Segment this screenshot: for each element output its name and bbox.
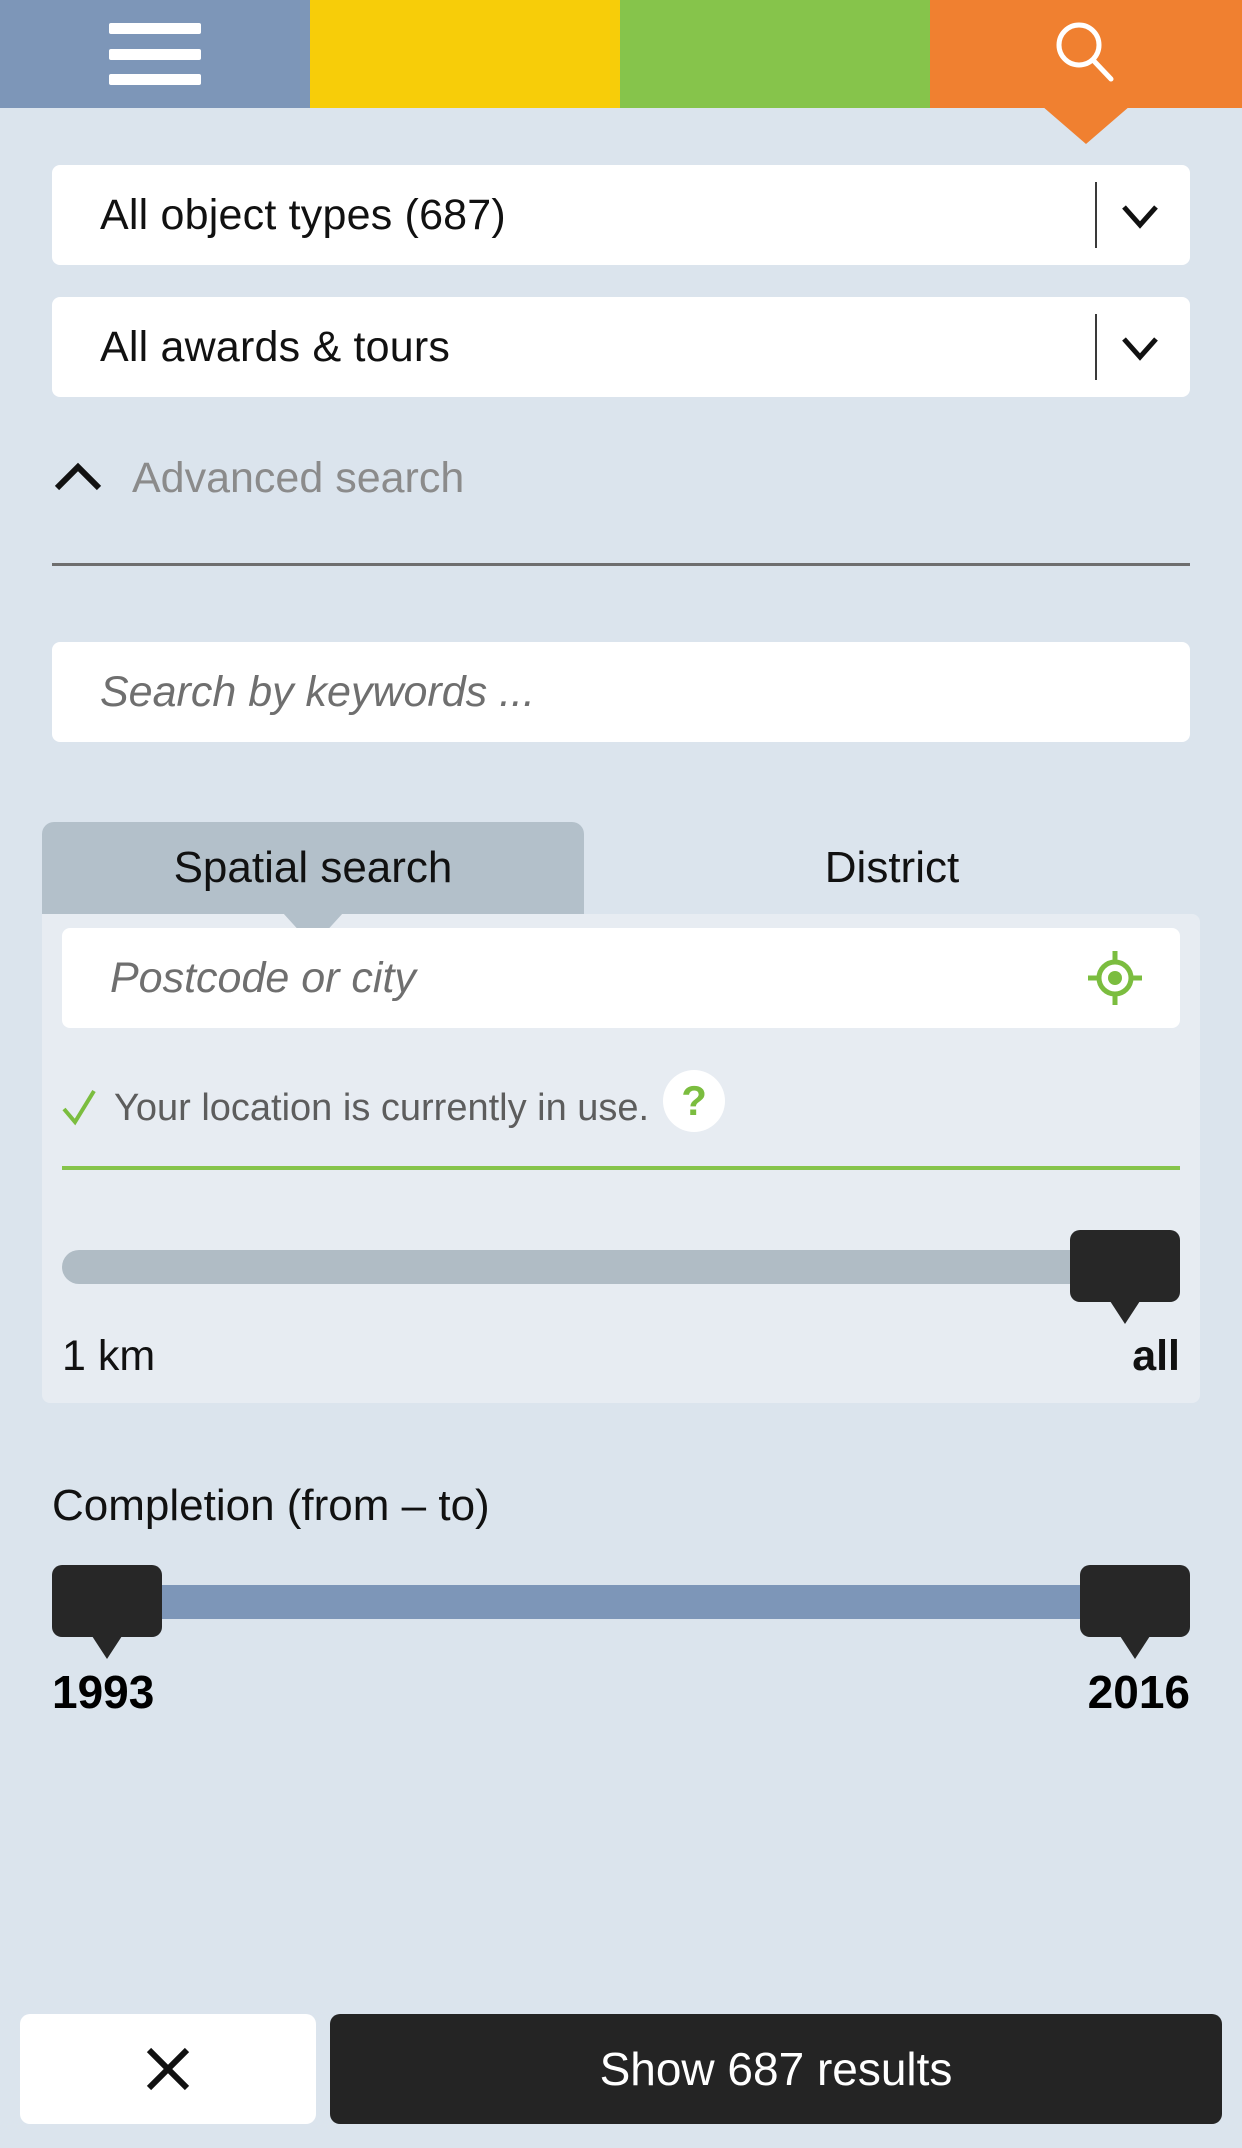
chevron-down-icon xyxy=(1122,337,1158,361)
distance-slider-track[interactable] xyxy=(62,1230,1180,1302)
search-mode-tabs: Spatial search District xyxy=(42,822,1200,946)
awards-tours-value: All awards & tours xyxy=(100,322,451,371)
awards-tours-select[interactable]: All awards & tours xyxy=(52,297,1190,397)
completion-handle-from[interactable] xyxy=(52,1565,162,1637)
distance-min-label: 1 km xyxy=(62,1332,156,1380)
top-navigation-bar xyxy=(0,0,1242,144)
completion-handle-to[interactable] xyxy=(1080,1565,1190,1637)
select-divider xyxy=(1095,314,1097,380)
location-status: Your location is currently in use. ? xyxy=(52,1028,1190,1166)
menu-button[interactable] xyxy=(0,0,310,108)
help-icon-glyph: ? xyxy=(681,1077,707,1124)
distance-max-label: all xyxy=(1132,1332,1180,1380)
tab-spatial-search-label: Spatial search xyxy=(173,843,453,892)
completion-filter: Completion (from – to) 1993 2016 xyxy=(52,1403,1190,1719)
spatial-search-panel: Postcode or city Your location is curren… xyxy=(42,914,1200,1403)
distance-track-background xyxy=(62,1250,1180,1284)
tab-district-label: District xyxy=(824,843,960,892)
completion-from-label: 1993 xyxy=(52,1666,155,1718)
search-icon xyxy=(1056,22,1114,82)
nav-segment-yellow[interactable] xyxy=(310,0,620,108)
distance-slider[interactable]: 1 km all xyxy=(52,1170,1190,1381)
search-button[interactable] xyxy=(930,0,1242,144)
keyword-search-input[interactable]: Search by keywords ... xyxy=(52,642,1190,742)
object-types-value: All object types (687) xyxy=(100,190,506,239)
show-results-button[interactable]: Show 687 results xyxy=(330,2014,1222,2124)
completion-slider-labels: 1993 2016 xyxy=(52,1625,1190,1719)
completion-slider-track[interactable] xyxy=(52,1565,1190,1637)
tab-spatial-search[interactable]: Spatial search xyxy=(42,822,584,946)
completion-track-fill xyxy=(107,1585,1135,1619)
distance-slider-labels: 1 km all xyxy=(62,1290,1180,1381)
chevron-up-icon xyxy=(54,462,102,491)
keyword-placeholder: Search by keywords ... xyxy=(100,667,535,716)
show-results-label: Show 687 results xyxy=(599,2043,953,2095)
distance-slider-handle[interactable] xyxy=(1070,1230,1180,1302)
bottom-action-bar: Show 687 results xyxy=(0,1990,1242,2148)
check-icon xyxy=(62,1089,96,1126)
location-status-text: Your location is currently in use. xyxy=(114,1086,650,1129)
completion-to-label: 2016 xyxy=(1087,1666,1190,1718)
object-types-select[interactable]: All object types (687) xyxy=(52,165,1190,265)
select-divider xyxy=(1095,182,1097,248)
postcode-placeholder: Postcode or city xyxy=(110,953,416,1002)
postcode-input[interactable]: Postcode or city xyxy=(62,928,1180,1028)
help-icon[interactable]: ? xyxy=(663,1070,726,1132)
nav-segment-green[interactable] xyxy=(620,0,930,108)
chevron-down-icon xyxy=(1122,205,1158,229)
hamburger-icon xyxy=(109,23,201,85)
gps-crosshair-icon[interactable] xyxy=(1086,949,1144,1007)
tab-district[interactable]: District xyxy=(584,822,1200,914)
close-button[interactable] xyxy=(20,2014,316,2124)
advanced-search-label: Advanced search xyxy=(132,453,465,502)
filter-panel: All object types (687) All awards & tour… xyxy=(0,108,1242,1719)
completion-title: Completion (from – to) xyxy=(52,1481,490,1530)
advanced-search-toggle[interactable]: Advanced search xyxy=(52,433,1190,523)
close-icon xyxy=(146,2047,190,2091)
